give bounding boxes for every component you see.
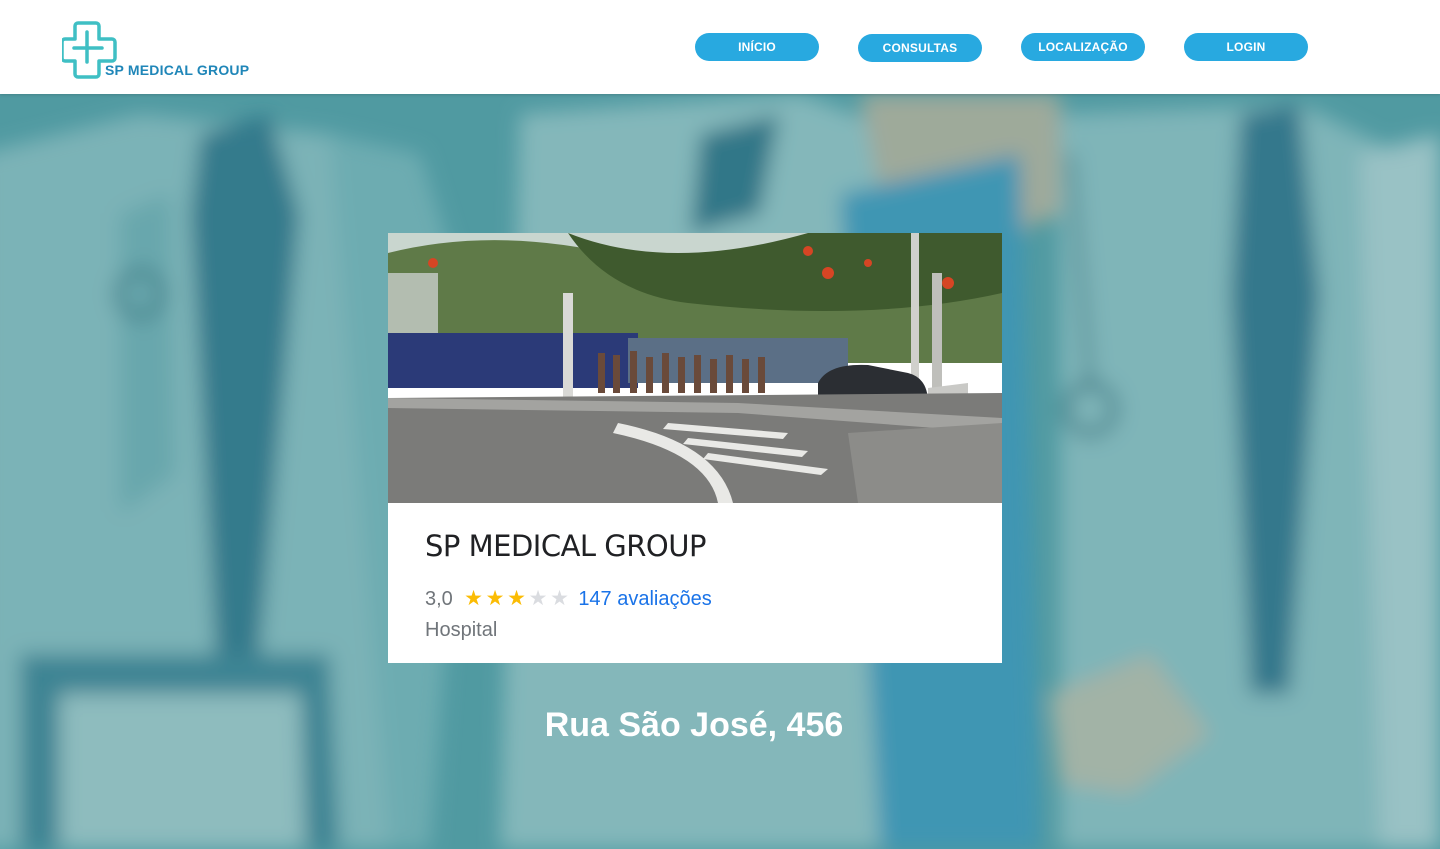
star-empty-icon: ★ (528, 587, 548, 610)
brand-name: SP MEDICAL GROUP (105, 62, 250, 78)
rating-value: 3,0 (425, 587, 453, 610)
hospital-street-photo (388, 233, 1002, 503)
nav-consultas-button[interactable]: CONSULTAS (858, 34, 982, 62)
nav-localizacao-button[interactable]: LOCALIZAÇÃO (1021, 33, 1145, 61)
rating-stars: ★ ★ ★ ★ ★ (463, 588, 571, 610)
star-filled-icon: ★ (507, 587, 526, 610)
nav-inicio-button[interactable]: INÍCIO (695, 33, 819, 61)
rating-row: 3,0 ★ ★ ★ ★ ★ 147 avaliações (425, 586, 712, 612)
hero-section: SP MEDICAL GROUP 3,0 ★ ★ ★ ★ ★ 147 avali… (0, 94, 1440, 849)
street-photo-image (388, 233, 1002, 503)
reviews-link[interactable]: 147 avaliações (578, 588, 711, 611)
star-filled-icon: ★ (464, 587, 483, 610)
star-filled-icon: ★ (485, 587, 505, 610)
nav-login-button[interactable]: LOGIN (1184, 33, 1308, 61)
place-category: Hospital (425, 619, 498, 641)
brand-logo[interactable]: SP MEDICAL GROUP (62, 20, 262, 84)
place-name: SP MEDICAL GROUP (425, 529, 706, 563)
top-header: SP MEDICAL GROUP INÍCIO CONSULTAS LOCALI… (0, 0, 1440, 94)
place-card[interactable]: SP MEDICAL GROUP 3,0 ★ ★ ★ ★ ★ 147 avali… (388, 233, 1002, 663)
address-text: Rua São José, 456 (544, 706, 844, 744)
star-empty-icon: ★ (550, 587, 569, 610)
